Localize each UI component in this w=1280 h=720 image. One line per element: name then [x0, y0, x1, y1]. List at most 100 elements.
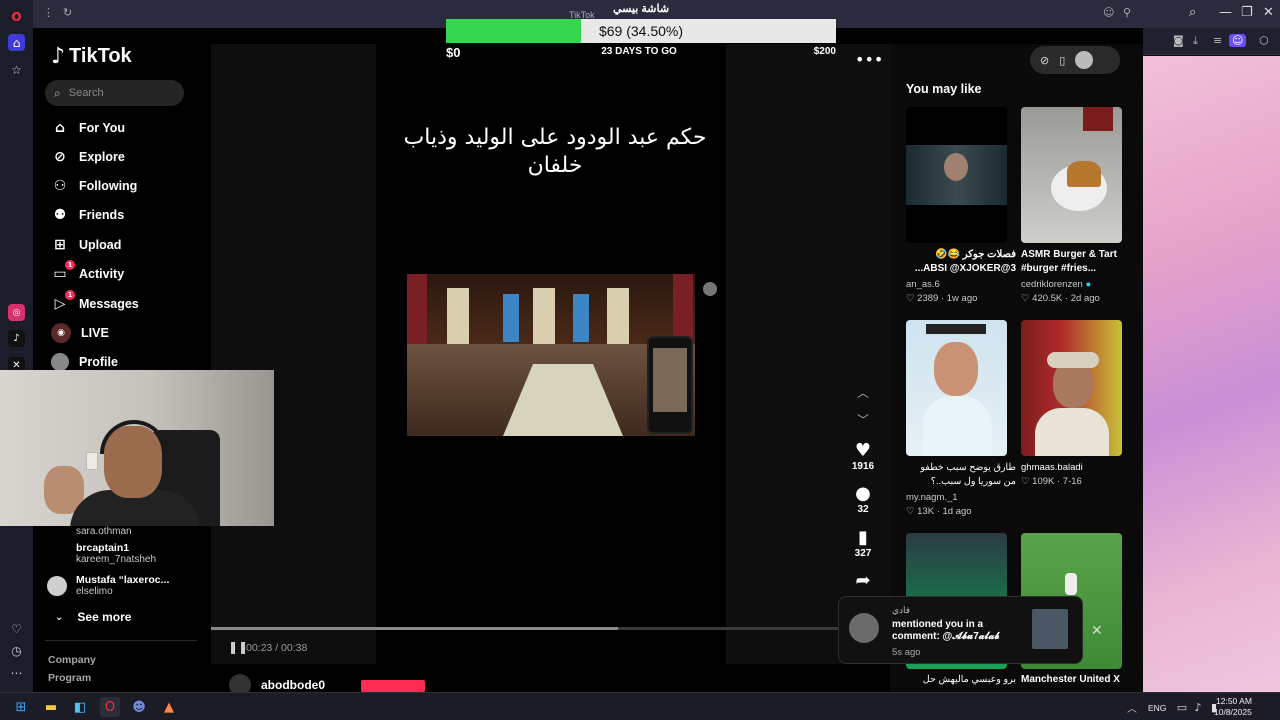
- heart-outline-icon: ♡: [906, 293, 918, 304]
- menu-icon[interactable]: ≡: [1213, 34, 1222, 47]
- following-account[interactable]: Mustafa “laxeroc... elselimo: [47, 574, 169, 597]
- heart-outline-icon: ♡: [1021, 476, 1033, 487]
- nav-activity[interactable]: ▭ 1 Activity: [51, 260, 125, 286]
- notification-thumbnail[interactable]: [1032, 609, 1068, 649]
- language-indicator[interactable]: ENG: [1148, 703, 1166, 713]
- video-frame-image: [407, 274, 695, 436]
- tiktok-icon[interactable]: ♪: [8, 330, 25, 347]
- footer-company-link[interactable]: Company: [48, 654, 96, 666]
- pin-icon[interactable]: ⚲: [1123, 6, 1131, 19]
- like-action[interactable]: ♥ 1916: [850, 440, 876, 472]
- download-icon[interactable]: ⤓: [1193, 34, 1198, 48]
- nav-label: Activity: [79, 267, 125, 281]
- likes: 13K: [917, 506, 935, 517]
- share-icon: ➦: [855, 570, 871, 591]
- like-count: 1916: [851, 461, 875, 472]
- instagram-icon[interactable]: ◎: [8, 304, 25, 321]
- device-icon[interactable]: ▯: [1059, 54, 1065, 67]
- recommendation-caption[interactable]: فصلات جوكر 😂🤣 3@ABSI @XJOKER...: [906, 248, 1016, 276]
- nav-live[interactable]: ◉ LIVE: [51, 321, 109, 345]
- opera-taskbar-icon[interactable]: O: [100, 697, 120, 717]
- user-avatar[interactable]: [1075, 51, 1094, 69]
- profile-icon[interactable]: ☺: [1229, 34, 1247, 47]
- tiktok-logo[interactable]: ♪ TikTok: [51, 44, 132, 69]
- heart-icon[interactable]: ♡: [8, 620, 25, 637]
- nav-label: For You: [79, 121, 126, 135]
- recommendation-thumbnail[interactable]: [906, 107, 1007, 243]
- follow-button[interactable]: [361, 680, 425, 692]
- maximize-button[interactable]: ❐: [1241, 5, 1253, 20]
- nav-friends[interactable]: ⚉ Friends: [51, 203, 124, 227]
- notification-toast[interactable]: فادي mentioned you in a comment: @𝓐𝓫𝓾7𝓪𝓵…: [838, 596, 1103, 664]
- browser-toolbar: ◙ ⤓ ≡ ☺ ⬡: [1143, 28, 1280, 55]
- compass-icon[interactable]: ⊘: [1040, 54, 1049, 67]
- recommendation-thumbnail[interactable]: [1021, 320, 1122, 456]
- recommendation-user[interactable]: cedriklorenzen ●: [1021, 279, 1131, 290]
- see-more-button[interactable]: ⌄ See more: [55, 610, 131, 624]
- close-window-button[interactable]: ✕: [1263, 5, 1274, 20]
- notification-time: 5s ago: [892, 647, 921, 658]
- reload-icon[interactable]: ↻: [63, 6, 72, 19]
- video-author[interactable]: abodbode0: [229, 674, 325, 692]
- search-box[interactable]: ⌕: [45, 80, 184, 106]
- file-explorer-icon[interactable]: ▬: [41, 697, 61, 717]
- extension-icon[interactable]: ⬡: [1259, 34, 1269, 47]
- app-icon[interactable]: ▲: [159, 697, 179, 717]
- more-icon[interactable]: ⋯: [8, 664, 25, 681]
- recommendation-user[interactable]: my.nagm._1: [906, 492, 1016, 503]
- minimize-button[interactable]: —: [1219, 5, 1232, 20]
- more-options-icon[interactable]: •••: [855, 50, 883, 69]
- recommendation-caption[interactable]: طارق يوضح سبب خطفو من سوريا ول سبب..؟: [906, 461, 1016, 489]
- share-action[interactable]: ➦: [850, 570, 876, 591]
- recommendation-caption[interactable]: Manchester United X: [1021, 673, 1131, 687]
- volume-knob[interactable]: [703, 282, 717, 296]
- nav-upload[interactable]: ⊞ Upload: [51, 233, 121, 257]
- nav-explore[interactable]: ⊘ Explore: [51, 145, 125, 169]
- windows-start-icon[interactable]: ⊞: [11, 697, 31, 717]
- search-icon[interactable]: ⌕: [1189, 5, 1196, 20]
- messages-badge: 1: [65, 290, 75, 300]
- close-icon[interactable]: ✕: [1091, 623, 1103, 639]
- recommendation-thumbnail[interactable]: [906, 320, 1007, 456]
- goal-days-left: 23 DAYS TO GO: [601, 46, 677, 57]
- nav-label: LIVE: [81, 326, 109, 340]
- nav-label: Friends: [79, 208, 125, 222]
- bookmark-action[interactable]: ▮ 327: [850, 527, 876, 559]
- menu-dots-icon[interactable]: ⋮: [43, 6, 54, 19]
- opera-icon[interactable]: O: [8, 8, 25, 25]
- home-icon[interactable]: ⌂: [8, 34, 25, 51]
- heart-icon: ♥: [854, 440, 872, 461]
- recommendation-caption[interactable]: برو وعبسي ماليهش حل: [906, 673, 1016, 687]
- footer-program-link[interactable]: Program: [48, 672, 91, 684]
- recommendation-user[interactable]: an_as.6: [906, 279, 1016, 290]
- clock-date[interactable]: 10/8/2025: [1214, 707, 1252, 717]
- comment-count: 32: [857, 504, 869, 515]
- nav-messages[interactable]: ▷ 1 Messages: [51, 290, 139, 316]
- recommendation-thumbnail[interactable]: [1021, 107, 1122, 243]
- nav-following[interactable]: ⚇ Following: [51, 174, 138, 198]
- activity-icon: ▭ 1: [51, 260, 75, 282]
- chevron-down-icon[interactable]: ﹀: [857, 411, 869, 428]
- comment-action[interactable]: ● 32: [850, 483, 876, 515]
- recommendation-caption[interactable]: ASMR Burger & Tart #burger #fries...: [1021, 248, 1131, 276]
- bookmark-count: 327: [854, 548, 872, 559]
- verified-icon: ●: [1085, 279, 1092, 290]
- following-account[interactable]: brcaptain1 kareem_7natsheh: [47, 542, 156, 565]
- camera-icon[interactable]: ◙: [1173, 34, 1184, 47]
- history-icon[interactable]: ◷: [8, 642, 25, 659]
- star-icon[interactable]: ☆: [8, 61, 25, 78]
- see-more-label: See more: [77, 610, 132, 624]
- clock-time[interactable]: 12:50 AM: [1216, 696, 1252, 706]
- desktop-wallpaper: [1143, 56, 1280, 692]
- messages-icon: ▷ 1: [51, 290, 75, 312]
- discord-icon[interactable]: ☻: [129, 697, 149, 717]
- emoji-icon[interactable]: ☺: [1103, 6, 1114, 19]
- recommendation-user[interactable]: ghmaas.baladi: [1021, 462, 1131, 473]
- store-icon[interactable]: ◧: [70, 697, 90, 717]
- goal-amount: $69 (34.50%): [598, 23, 684, 39]
- search-input[interactable]: [68, 87, 169, 99]
- tray-chevron-icon[interactable]: ︿: [1122, 697, 1142, 717]
- nav-for-you[interactable]: ⌂ For You: [51, 116, 125, 140]
- chevron-up-icon[interactable]: ︿: [857, 384, 869, 401]
- likes: 109K: [1032, 476, 1055, 487]
